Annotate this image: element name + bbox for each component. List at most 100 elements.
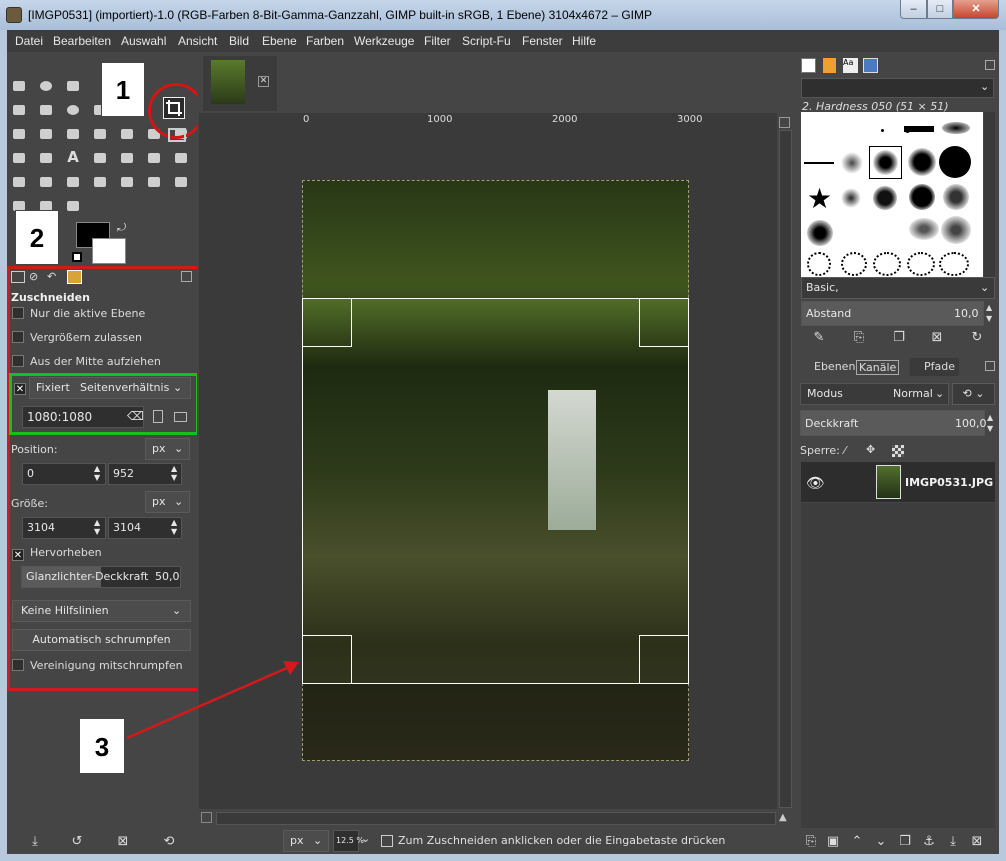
crop-handle-top-left[interactable] bbox=[302, 298, 352, 347]
size-height-input[interactable]: 3104 ▲ ▼ bbox=[108, 517, 182, 539]
default-colors-icon[interactable] bbox=[72, 252, 82, 262]
spin-arrows-icon[interactable]: ▲ ▼ bbox=[171, 518, 177, 536]
menu-farben[interactable]: Farben bbox=[306, 34, 344, 48]
spin-arrows-icon[interactable]: ▲ ▼ bbox=[986, 302, 992, 324]
ink-tool[interactable] bbox=[62, 172, 84, 192]
menu-ansicht[interactable]: Ansicht bbox=[178, 34, 217, 48]
refresh-brushes-icon[interactable]: ↻ bbox=[969, 331, 985, 345]
only-active-layer-checkbox[interactable]: Nur die aktive Ebene bbox=[12, 307, 145, 320]
brush-preview[interactable] bbox=[904, 126, 934, 132]
position-x-input[interactable]: 0 ▲ ▼ bbox=[22, 463, 106, 485]
brush-preview[interactable] bbox=[873, 252, 901, 276]
crop-handle-bottom-right[interactable] bbox=[639, 635, 689, 684]
zoom-fit-icon[interactable]: ▲ bbox=[779, 812, 787, 823]
zoom-dropdown-icon[interactable]: ⌄ bbox=[361, 832, 370, 845]
menu-bild[interactable]: Bild bbox=[229, 34, 249, 48]
size-width-input[interactable]: 3104 ▲ ▼ bbox=[22, 517, 106, 539]
minimize-button[interactable]: – bbox=[900, 0, 927, 19]
lock-position-icon[interactable]: ✥ bbox=[866, 443, 875, 456]
size-unit-dropdown[interactable]: px ⌄ bbox=[145, 491, 190, 513]
edit-brush-icon[interactable]: ✎ bbox=[811, 331, 827, 345]
tab-kanaele[interactable]: Kanäle bbox=[856, 360, 900, 375]
brush-preview[interactable] bbox=[804, 162, 834, 164]
undo-history-tab-icon[interactable]: ↶ bbox=[47, 270, 56, 283]
brush-filter-dropdown[interactable]: ⌄ bbox=[801, 78, 994, 98]
position-unit-dropdown[interactable]: px ⌄ bbox=[145, 438, 190, 460]
ellipse-select-tool[interactable] bbox=[35, 76, 57, 96]
crop-handle-top-right[interactable] bbox=[639, 298, 689, 347]
warp-tool[interactable] bbox=[35, 124, 57, 144]
menu-filter[interactable]: Filter bbox=[424, 34, 451, 48]
rect-select-tool[interactable] bbox=[8, 76, 30, 96]
brush-preview[interactable] bbox=[807, 252, 831, 276]
raise-layer-icon[interactable]: ⌃ bbox=[849, 835, 865, 849]
save-options-icon[interactable]: ⤓ bbox=[27, 835, 43, 849]
new-layer-group-icon[interactable]: ▣ bbox=[825, 835, 841, 849]
blend-tool[interactable] bbox=[116, 148, 138, 168]
unified-transform-tool[interactable] bbox=[8, 100, 30, 120]
spin-arrows-icon[interactable]: ▲ ▼ bbox=[987, 412, 993, 434]
layer-visibility-eye-icon[interactable]: 👁 bbox=[806, 474, 825, 492]
brush-preview[interactable] bbox=[941, 216, 971, 244]
restore-options-icon[interactable]: ↺ bbox=[69, 835, 85, 849]
brush-preview[interactable] bbox=[942, 122, 970, 134]
images-tab-icon[interactable] bbox=[67, 270, 82, 284]
position-y-input[interactable]: 952 ▲ ▼ bbox=[108, 463, 182, 485]
spin-arrows-icon[interactable]: ▲ ▼ bbox=[94, 518, 100, 536]
panel-menu-icon[interactable] bbox=[181, 271, 192, 282]
unit-dropdown[interactable]: px ⌄ bbox=[283, 830, 329, 852]
brushes-grid[interactable]: ★ bbox=[801, 112, 983, 277]
clone-tool[interactable] bbox=[116, 172, 138, 192]
background-color-swatch[interactable] bbox=[92, 238, 126, 264]
cage-tool[interactable] bbox=[8, 148, 30, 168]
handle-transform-tool[interactable] bbox=[62, 196, 84, 216]
lock-alpha-icon[interactable] bbox=[892, 445, 904, 457]
layer-opacity-slider[interactable]: Deckkraft 100,0 bbox=[800, 410, 987, 436]
landscape-icon[interactable] bbox=[174, 412, 187, 422]
brush-preview[interactable] bbox=[841, 252, 867, 276]
portrait-icon[interactable] bbox=[153, 410, 163, 423]
flip-tool[interactable] bbox=[116, 124, 138, 144]
image-tab[interactable]: ✕ bbox=[203, 56, 277, 111]
auto-shrink-button[interactable]: Automatisch schrumpfen bbox=[12, 629, 191, 651]
brush-preview[interactable] bbox=[907, 252, 935, 276]
brushes-scrollbar[interactable] bbox=[984, 112, 995, 277]
color-picker-tool[interactable] bbox=[35, 100, 57, 120]
panel-menu-icon[interactable] bbox=[985, 361, 995, 371]
brush-preview[interactable] bbox=[873, 150, 898, 175]
zoom-input[interactable]: 12.5 % bbox=[333, 830, 364, 852]
delete-options-icon[interactable]: ⊠ bbox=[115, 835, 131, 849]
brush-preview[interactable] bbox=[881, 129, 884, 132]
spin-arrows-icon[interactable]: ▲ ▼ bbox=[171, 464, 177, 482]
brush-preview[interactable] bbox=[939, 146, 971, 178]
quick-mask-icon[interactable] bbox=[201, 812, 212, 823]
menu-auswahl[interactable]: Auswahl bbox=[121, 34, 166, 48]
menu-hilfe[interactable]: Hilfe bbox=[572, 34, 596, 48]
menu-script-fu[interactable]: Script-Fu bbox=[462, 34, 511, 48]
title-bar[interactable]: [IMGP0531] (importiert)-1.0 (RGB-Farben … bbox=[0, 0, 1006, 30]
menu-datei[interactable]: Datei bbox=[15, 34, 43, 48]
bucket-tool[interactable] bbox=[89, 124, 111, 144]
zoom-tool[interactable] bbox=[62, 100, 84, 120]
brush-preview[interactable] bbox=[943, 184, 969, 210]
scale-tool[interactable] bbox=[168, 128, 186, 142]
vertical-scrollbar[interactable] bbox=[779, 130, 792, 808]
blur-tool[interactable] bbox=[143, 172, 165, 192]
brush-preview[interactable]: ★ bbox=[807, 184, 832, 214]
new-brush-icon[interactable]: ⎘ bbox=[851, 331, 867, 345]
eraser-tool[interactable] bbox=[8, 172, 30, 192]
delete-layer-icon[interactable]: ⊠ bbox=[969, 835, 985, 849]
new-layer-icon[interactable]: ⎘ bbox=[803, 835, 819, 849]
brush-preview[interactable] bbox=[873, 186, 897, 210]
horizontal-scrollbar[interactable] bbox=[216, 812, 776, 825]
dodge-tool[interactable] bbox=[170, 172, 192, 192]
aspect-ratio-input[interactable]: 1080:1080 ⌫ bbox=[22, 406, 144, 428]
shrink-merged-checkbox[interactable]: Vereinigung mitschrumpfen bbox=[12, 659, 183, 672]
merge-layer-icon[interactable]: ⤓ bbox=[945, 835, 961, 849]
fixed-mode-dropdown[interactable]: Fixiert Seitenverhältnis ⌄ bbox=[29, 377, 191, 399]
patterns-tab-icon[interactable] bbox=[823, 58, 836, 73]
maximize-button[interactable]: □ bbox=[927, 0, 953, 19]
tool-options-tab-icon[interactable] bbox=[11, 271, 25, 283]
brush-preview[interactable] bbox=[807, 220, 833, 246]
guides-dropdown[interactable]: Keine Hilfslinien ⌄ bbox=[12, 600, 191, 622]
